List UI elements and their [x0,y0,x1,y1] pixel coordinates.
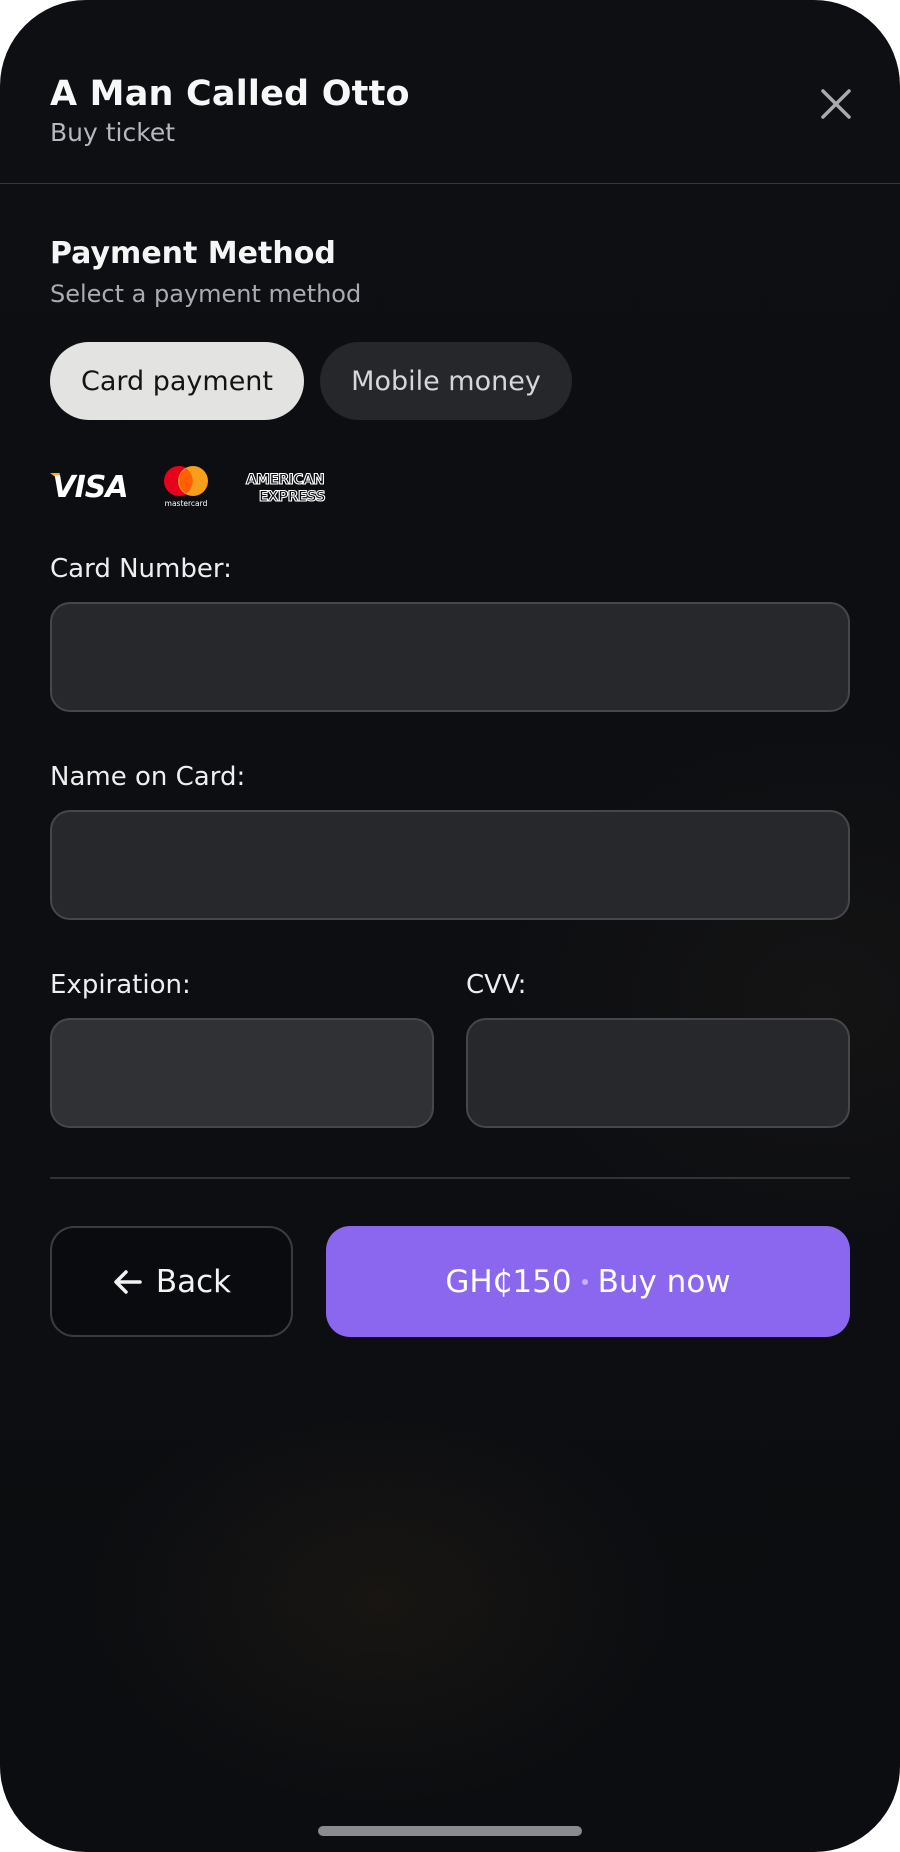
movie-title: A Man Called Otto [50,74,410,114]
svg-text:VISA: VISA [52,470,127,504]
back-button[interactable]: Back [50,1226,293,1337]
form-divider [50,1177,850,1179]
name-on-card-field [50,810,850,920]
american-express-logo: AMERICAN EXPRESS [242,468,332,506]
phone-screen: A Man Called Otto Buy ticket Payment Met… [0,0,900,1852]
card-number-field [50,602,850,712]
separator-dot [581,1278,588,1285]
arrow-left-icon [112,1266,144,1298]
buy-now-button[interactable]: GH₵150 Buy now [326,1226,850,1337]
card-number-input[interactable] [52,604,848,710]
payment-method-subheading: Select a payment method [50,280,362,308]
mobile-money-tab[interactable]: Mobile money [320,342,572,420]
visa-logo: VISA [50,468,130,505]
expiration-field [50,1018,434,1128]
cvv-label: CVV: [466,970,527,1000]
svg-text:AMERICAN: AMERICAN [246,472,324,488]
card-number-label: Card Number: [50,554,232,584]
cvv-input[interactable] [468,1020,848,1126]
expiration-label: Expiration: [50,970,191,1000]
mastercard-logo: mastercard [160,464,212,508]
name-on-card-input[interactable] [52,812,848,918]
modal-header: A Man Called Otto Buy ticket [0,0,900,184]
ticket-price: GH₵150 [445,1263,572,1300]
expiration-input[interactable] [52,1020,432,1126]
modal-subtitle: Buy ticket [50,118,175,147]
svg-text:mastercard: mastercard [165,499,208,508]
card-payment-tab[interactable]: Card payment [50,342,304,420]
home-indicator[interactable] [318,1826,582,1836]
close-icon[interactable] [812,80,860,128]
buy-now-label: Buy now [597,1263,731,1300]
svg-text:EXPRESS: EXPRESS [259,489,326,505]
back-button-label: Back [155,1263,232,1300]
payment-method-heading: Payment Method [50,236,336,271]
name-on-card-label: Name on Card: [50,762,246,792]
cvv-field [466,1018,850,1128]
